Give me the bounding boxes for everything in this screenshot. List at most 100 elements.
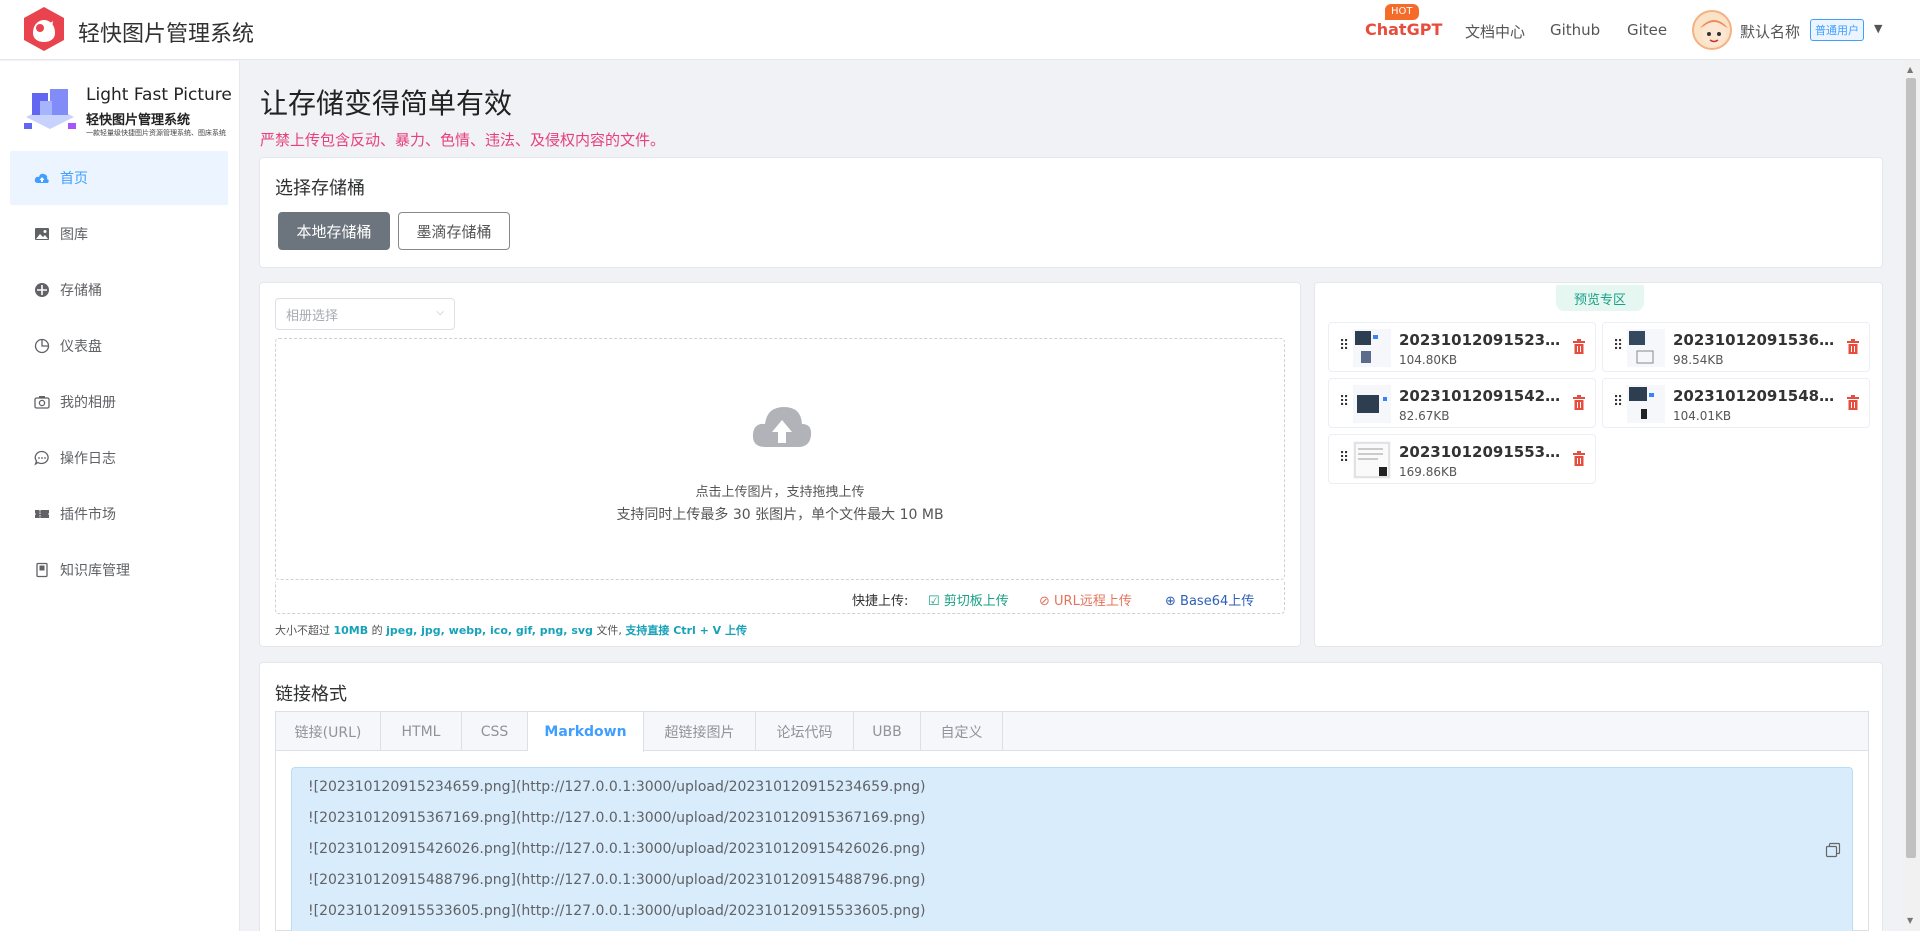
preview-filename: 20231012091548879... xyxy=(1673,387,1838,405)
preview-thumbnail xyxy=(1353,441,1391,479)
preview-filename: 20231012091542602... xyxy=(1399,387,1564,405)
preview-thumbnail xyxy=(1627,329,1665,367)
sidebar-item-logs[interactable]: 操作日志 xyxy=(10,431,228,485)
link-format-tabs: 链接(URL) HTML CSS Markdown 超链接图片 论坛代码 UBB… xyxy=(275,711,1869,931)
nav-gitee-link[interactable]: Gitee xyxy=(1627,21,1667,39)
copy-icon[interactable] xyxy=(1825,842,1841,858)
preview-item[interactable]: ⠿ 20231012091536716... 98.54KB xyxy=(1602,322,1870,372)
edit-icon: ☑ xyxy=(928,594,940,609)
drag-handle-icon[interactable]: ⠿ xyxy=(1613,338,1623,354)
app-title: 轻快图片管理系统 xyxy=(78,22,255,47)
brand-illustration xyxy=(18,83,82,139)
drag-handle-icon[interactable]: ⠿ xyxy=(1339,338,1349,354)
preview-thumbnail xyxy=(1353,329,1391,367)
nav-chatgpt-link[interactable]: ChatGPT xyxy=(1365,20,1442,39)
tab-hyperlink-image[interactable]: 超链接图片 xyxy=(644,712,756,751)
sidebar-item-label: 知识库管理 xyxy=(60,563,130,579)
preview-item[interactable]: ⠿ 20231012091553360... 169.86KB xyxy=(1328,434,1596,484)
top-header: 轻快图片管理系统 HOT ChatGPT 文档中心 Github Gitee 默… xyxy=(0,0,1920,60)
cloud-upload-icon xyxy=(34,170,50,186)
album-select-placeholder: 相册选择 xyxy=(286,308,339,324)
avatar[interactable] xyxy=(1692,10,1732,50)
sidebar-item-label: 操作日志 xyxy=(60,451,116,467)
nav-github-link[interactable]: Github xyxy=(1550,21,1600,39)
preview-item[interactable]: ⠿ 20231012091542602... 82.67KB xyxy=(1328,378,1596,428)
sidebar-item-albums[interactable]: 我的相册 xyxy=(10,375,228,429)
preview-filename: 20231012091553360... xyxy=(1399,443,1564,461)
drag-handle-icon[interactable]: ⠿ xyxy=(1339,450,1349,466)
link-line: ![202310120915488796.png](http://127.0.0… xyxy=(308,872,926,888)
tab-html[interactable]: HTML xyxy=(381,712,462,751)
base64-upload-link[interactable]: ⊕ Base64上传 xyxy=(1165,590,1254,609)
format-note-formats: jpeg, jpg, webp, ico, gif, png, svg xyxy=(386,624,593,637)
chevron-down-icon[interactable]: ▼ xyxy=(1874,22,1882,35)
sidebar-item-plugins[interactable]: 插件市场 xyxy=(10,487,228,541)
scroll-thumb[interactable] xyxy=(1906,78,1916,858)
tab-ubb[interactable]: UBB xyxy=(854,712,921,751)
preview-item[interactable]: ⠿ 20231012091523465... 104.80KB xyxy=(1328,322,1596,372)
sidebar-item-label: 插件市场 xyxy=(60,507,116,523)
upload-dropzone[interactable]: 点击上传图片，支持拖拽上传 支持同时上传最多 30 张图片，单个文件最大 10 … xyxy=(275,338,1285,580)
local-bucket-button[interactable]: 本地存储桶 xyxy=(278,212,390,250)
link-line: ![202310120915367169.png](http://127.0.0… xyxy=(308,810,926,826)
url-upload-link[interactable]: ⊘ URL远程上传 xyxy=(1039,590,1132,609)
link-output[interactable]: ![20231012091523465​9.png](http://127.0.… xyxy=(291,767,1853,931)
sidebar-item-label: 首页 xyxy=(60,171,88,187)
format-note-size: 10MB xyxy=(333,624,369,637)
links-card-title: 链接格式 xyxy=(275,684,347,705)
quick-upload-bar: 快捷上传: ☑ 剪切板上传 ⊘ URL远程上传 ⊕ Base64上传 xyxy=(275,582,1285,614)
scroll-up-icon[interactable]: ▲ xyxy=(1907,65,1913,74)
drag-handle-icon[interactable]: ⠿ xyxy=(1613,394,1623,410)
brand-tagline: 一款轻量级快捷图片资源管理系统、图床系统 xyxy=(86,129,226,137)
scroll-down-icon[interactable]: ▼ xyxy=(1907,916,1913,925)
preview-thumbnail xyxy=(1353,385,1391,423)
app-logo[interactable] xyxy=(22,6,66,52)
preview-thumbnail xyxy=(1627,385,1665,423)
chat-icon xyxy=(34,450,50,466)
tab-css[interactable]: CSS xyxy=(462,712,528,751)
sidebar-item-home[interactable]: 首页 xyxy=(10,151,228,205)
trash-icon[interactable] xyxy=(1572,339,1586,355)
dashboard-icon xyxy=(34,338,50,354)
camera-icon xyxy=(34,394,50,410)
sidebar-item-knowledge[interactable]: 知识库管理 xyxy=(10,543,228,597)
preview-filesize: 104.80KB xyxy=(1399,353,1458,367)
drag-handle-icon[interactable]: ⠿ xyxy=(1339,394,1349,410)
format-note: 大小不超过 10MB 的 jpeg, jpg, webp, ico, gif, … xyxy=(275,622,747,638)
tab-url[interactable]: 链接(URL) xyxy=(276,712,381,751)
tab-markdown[interactable]: Markdown xyxy=(528,712,644,752)
sidebar-item-label: 我的相册 xyxy=(60,395,116,411)
link-line: ![20231012091523465​9.png](http://127.0.… xyxy=(308,779,926,795)
ticket-icon xyxy=(34,506,50,522)
nav-docs-link[interactable]: 文档中心 xyxy=(1465,21,1525,42)
format-note-ctrl: 支持直接 Ctrl + V 上传 xyxy=(625,624,747,637)
album-select[interactable]: 相册选择 ⌵ xyxy=(275,298,455,330)
clipboard-upload-link[interactable]: ☑ 剪切板上传 xyxy=(928,590,1009,609)
trash-icon[interactable] xyxy=(1572,395,1586,411)
link-line: ![202310120915533605.png](http://127.0.0… xyxy=(308,903,926,919)
tab-custom[interactable]: 自定义 xyxy=(921,712,1003,751)
clipboard-upload-label: 剪切板上传 xyxy=(943,594,1009,609)
sidebar: Light Fast Picture 轻快图片管理系统 一款轻量级快捷图片资源管… xyxy=(0,61,240,931)
link-line: ![202310120915426026.png](http://127.0.0… xyxy=(308,841,926,857)
format-note-prefix: 大小不超过 xyxy=(275,624,330,637)
bucket-icon xyxy=(34,282,50,298)
mody-bucket-button[interactable]: 墨滴存储桶 xyxy=(398,212,510,250)
trash-icon[interactable] xyxy=(1846,339,1860,355)
sidebar-item-dashboard[interactable]: 仪表盘 xyxy=(10,319,228,373)
preview-tag: 预览专区 xyxy=(1556,285,1644,311)
format-note-suffix: 文件, xyxy=(596,624,622,637)
trash-icon[interactable] xyxy=(1846,395,1860,411)
trash-icon[interactable] xyxy=(1572,451,1586,467)
sidebar-item-label: 图库 xyxy=(60,227,88,243)
preview-filesize: 82.67KB xyxy=(1399,409,1450,423)
preview-item[interactable]: ⠿ 20231012091548879... 104.01KB xyxy=(1602,378,1870,428)
chevron-down-icon: ⌵ xyxy=(436,307,444,318)
sidebar-item-gallery[interactable]: 图库 xyxy=(10,207,228,261)
dropzone-limit: 支持同时上传最多 30 张图片，单个文件最大 10 MB xyxy=(616,507,944,523)
sidebar-item-bucket[interactable]: 存储桶 xyxy=(10,263,228,317)
user-name[interactable]: 默认名称 xyxy=(1740,21,1800,42)
page-title: 让存储变得简单有效 xyxy=(260,87,513,120)
page-scrollbar[interactable]: ▲ ▼ xyxy=(1902,61,1920,931)
tab-forum-code[interactable]: 论坛代码 xyxy=(756,712,854,751)
